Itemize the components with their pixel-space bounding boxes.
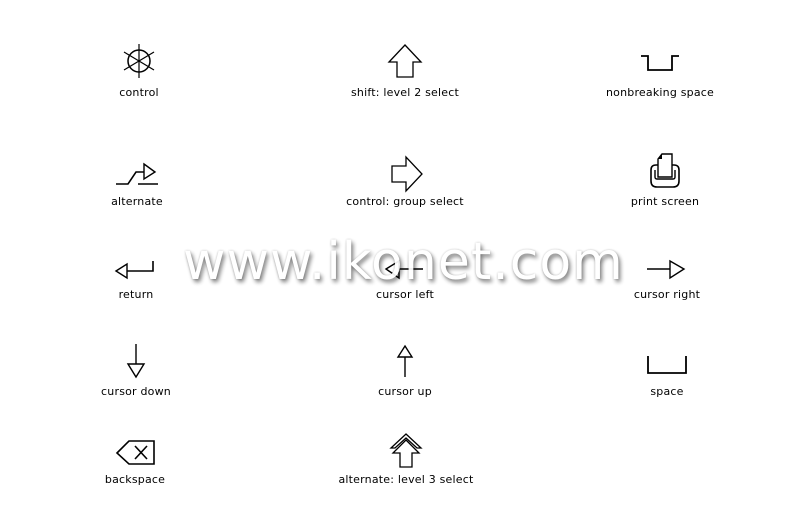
space-icon [646, 355, 688, 375]
symbol-label: space [650, 385, 684, 398]
backspace-icon [116, 440, 156, 466]
symbol-label: cursor left [375, 288, 435, 301]
up-arrow-icon [395, 345, 415, 379]
symbol-label: print screen [630, 195, 700, 208]
symbol-label: alternate: level 3 select [338, 473, 474, 486]
left-arrow-icon [385, 260, 425, 280]
nonbreaking-space-icon [640, 54, 680, 84]
symbol-label: cursor right [633, 288, 701, 301]
symbol-label: return [118, 288, 154, 301]
symbol-label: shift: level 2 select [351, 86, 459, 99]
up-arrow-outline-icon [387, 44, 423, 78]
symbol-label: control [119, 86, 159, 99]
symbol-label: control: group select [346, 195, 464, 208]
symbol-label: backspace [104, 473, 166, 486]
symbol-label: nonbreaking space [606, 86, 714, 99]
return-icon [115, 260, 155, 280]
print-screen-icon [647, 153, 683, 189]
symbol-label: cursor up [378, 385, 432, 398]
right-arrow-outline-icon [390, 156, 424, 192]
down-arrow-icon [126, 344, 146, 378]
helm-icon [122, 44, 156, 78]
symbol-label: alternate [111, 195, 163, 208]
double-up-arrow-icon [390, 433, 422, 469]
symbol-label: cursor down [101, 385, 171, 398]
alternate-icon [115, 158, 159, 186]
right-arrow-icon [646, 260, 686, 280]
